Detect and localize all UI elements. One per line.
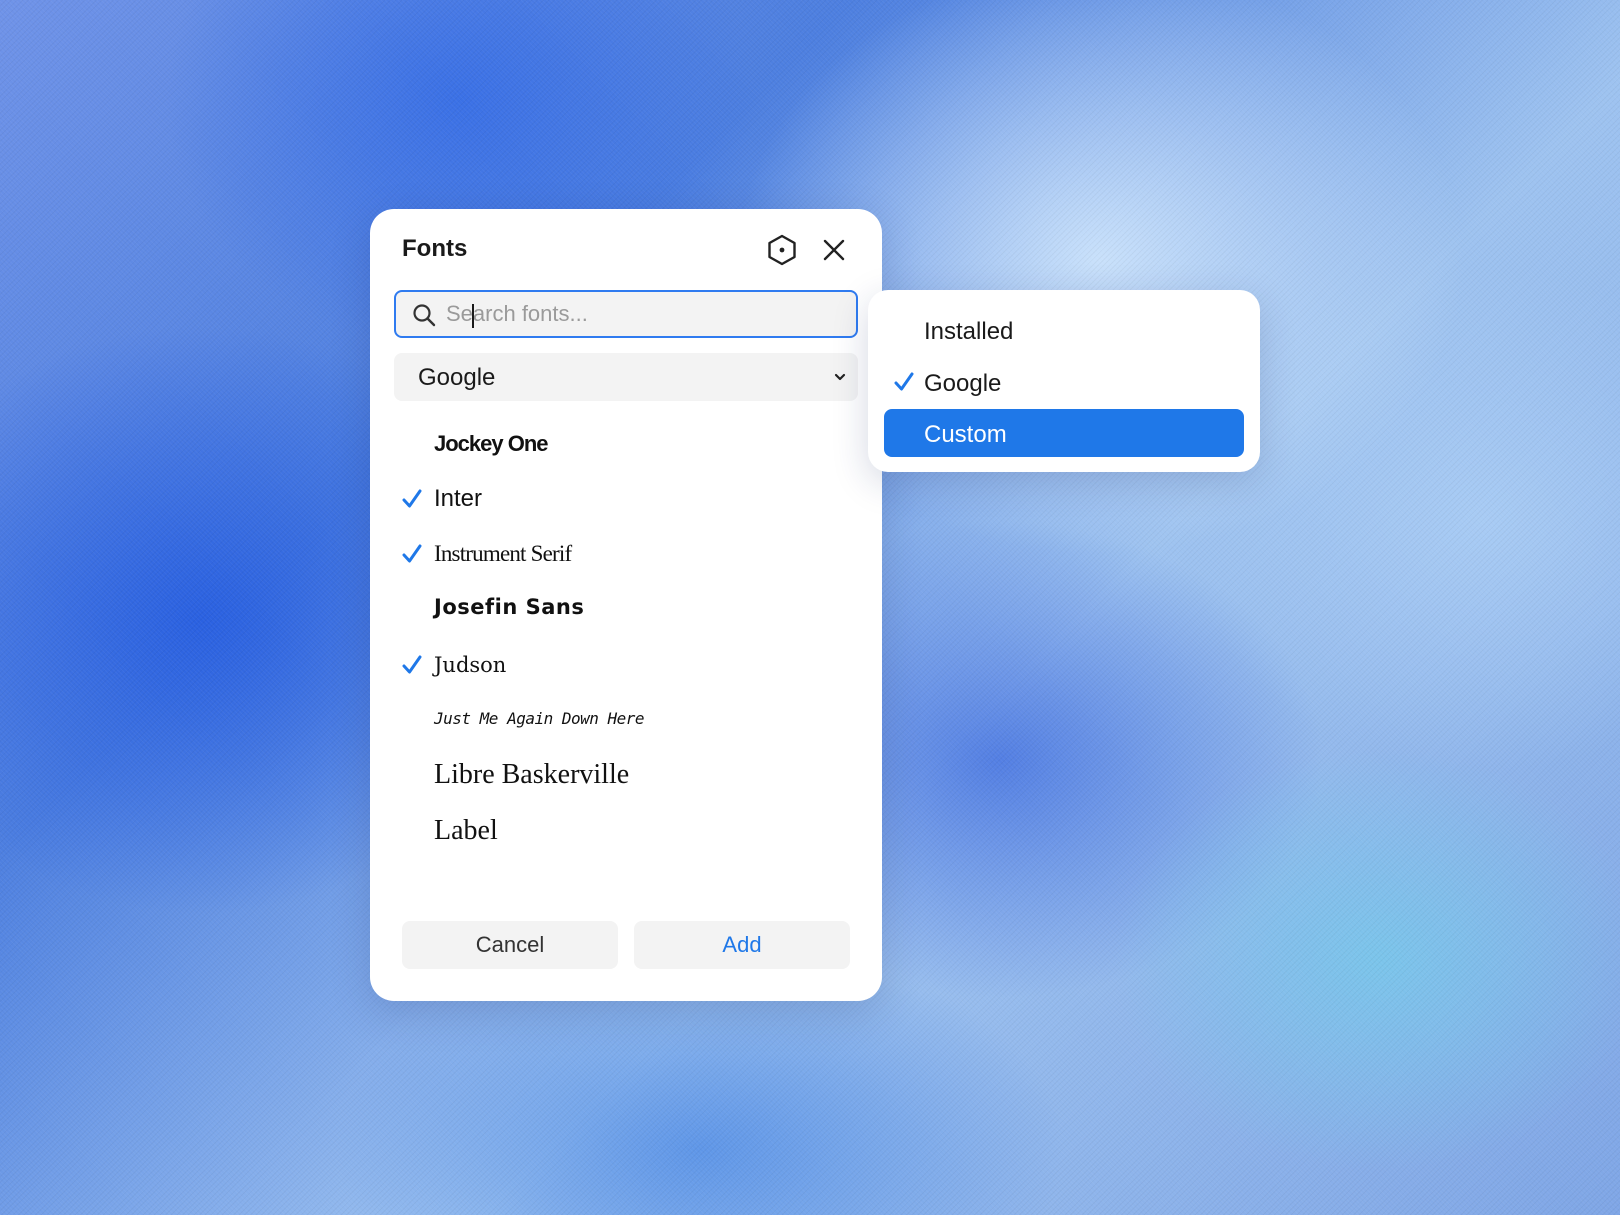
font-item-josefin-sans[interactable]: Josefin Sans (370, 583, 882, 635)
font-label: Jockey One (434, 431, 549, 456)
font-item-judson[interactable]: Judson (370, 639, 882, 691)
font-source-dropdown: Installed Google Custom (868, 290, 1260, 472)
text-caret (472, 304, 474, 328)
dropdown-option-google[interactable]: Google (884, 358, 1244, 406)
font-label: Just Me Again Down Here (434, 709, 645, 728)
checkmark-icon (402, 655, 422, 674)
font-item-label[interactable]: Label (370, 805, 882, 857)
font-item-libre-baskerville[interactable]: Libre Baskerville (370, 749, 882, 801)
font-item-just-me-again-down-here[interactable]: Just Me Again Down Here (370, 695, 882, 747)
font-source-select[interactable]: Google (394, 353, 858, 401)
font-item-jockey-one[interactable]: Jockey One (370, 419, 882, 471)
search-input[interactable] (446, 292, 846, 336)
close-icon[interactable] (814, 230, 854, 270)
dropdown-option-label: Google (924, 370, 1002, 397)
add-button[interactable]: Add (634, 921, 850, 969)
dropdown-option-custom[interactable]: Custom (884, 409, 1244, 457)
cancel-button[interactable]: Cancel (402, 921, 618, 969)
dialog-title: Fonts (402, 235, 468, 262)
dropdown-option-installed[interactable]: Installed (884, 306, 1244, 354)
font-source-selected: Google (418, 364, 496, 391)
font-label: Judson (434, 653, 507, 677)
font-item-instrument-serif[interactable]: Instrument Serif (370, 528, 882, 580)
search-field[interactable] (394, 290, 858, 338)
font-item-inter[interactable]: Inter (370, 473, 882, 525)
fonts-dialog: Fonts Google Jockey One (370, 209, 882, 1001)
checkmark-icon (402, 544, 422, 563)
font-label: Instrument Serif (434, 541, 572, 566)
font-list: Jockey One Inter Instrument Serif Josefi… (370, 419, 882, 879)
dropdown-option-label: Installed (924, 318, 1014, 345)
checkmark-icon (402, 489, 422, 508)
font-label: Inter (434, 485, 483, 512)
font-label: Label (434, 815, 498, 846)
dropdown-option-label: Custom (924, 421, 1007, 448)
hexagon-settings-icon[interactable] (762, 230, 802, 270)
font-label: Josefin Sans (434, 595, 585, 619)
checkmark-icon (894, 372, 914, 391)
search-icon (413, 304, 436, 327)
chevron-down-icon (834, 373, 846, 381)
font-label: Libre Baskerville (434, 759, 630, 790)
